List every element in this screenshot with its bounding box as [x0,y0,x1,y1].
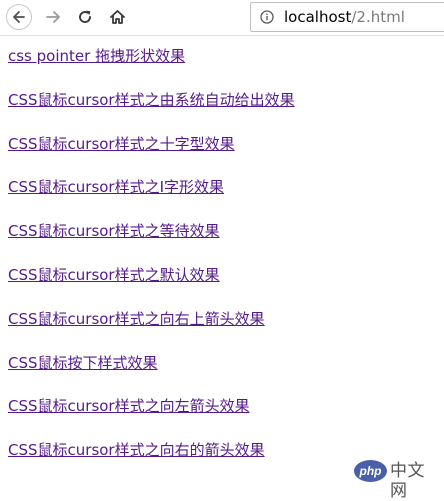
link-cursor-pressed[interactable]: CSS鼠标按下样式效果 [8,353,428,373]
link-cursor-default[interactable]: CSS鼠标cursor样式之默认效果 [8,265,428,285]
url-path: /2.html [351,8,405,26]
back-button[interactable] [6,4,32,30]
link-cursor-wait[interactable]: CSS鼠标cursor样式之等待效果 [8,221,428,241]
url-host: localhost [284,8,352,26]
browser-toolbar: localhost/2.html [0,0,444,36]
link-cursor-ne-resize[interactable]: CSS鼠标cursor样式之向右上箭头效果 [8,309,428,329]
link-cursor-auto[interactable]: CSS鼠标cursor样式之由系统自动给出效果 [8,90,428,110]
watermark-text: 中文网 [390,461,425,501]
link-pointer-drag[interactable]: css pointer 拖拽形状效果 [8,46,428,66]
info-icon[interactable] [260,10,274,24]
forward-button[interactable] [40,4,66,30]
watermark-badge-text: php [359,464,382,478]
reload-icon [79,10,91,23]
home-icon [109,10,125,24]
page-content: css pointer 拖拽形状效果 CSS鼠标cursor样式之由系统自动给出… [8,46,428,484]
php-logo-icon: php [354,460,387,482]
url-text[interactable]: localhost/2.html [284,8,405,26]
arrow-right-icon [46,11,60,23]
arrow-left-icon [13,11,25,23]
php-cn-watermark: php 中文网 [354,458,442,501]
address-bar[interactable]: localhost/2.html [250,2,444,32]
link-cursor-text[interactable]: CSS鼠标cursor样式之I字形效果 [8,177,428,197]
link-cursor-w-resize[interactable]: CSS鼠标cursor样式之向左箭头效果 [8,396,428,416]
link-cursor-crosshair[interactable]: CSS鼠标cursor样式之十字型效果 [8,134,428,154]
home-button[interactable] [104,4,130,30]
reload-button[interactable] [72,4,98,30]
